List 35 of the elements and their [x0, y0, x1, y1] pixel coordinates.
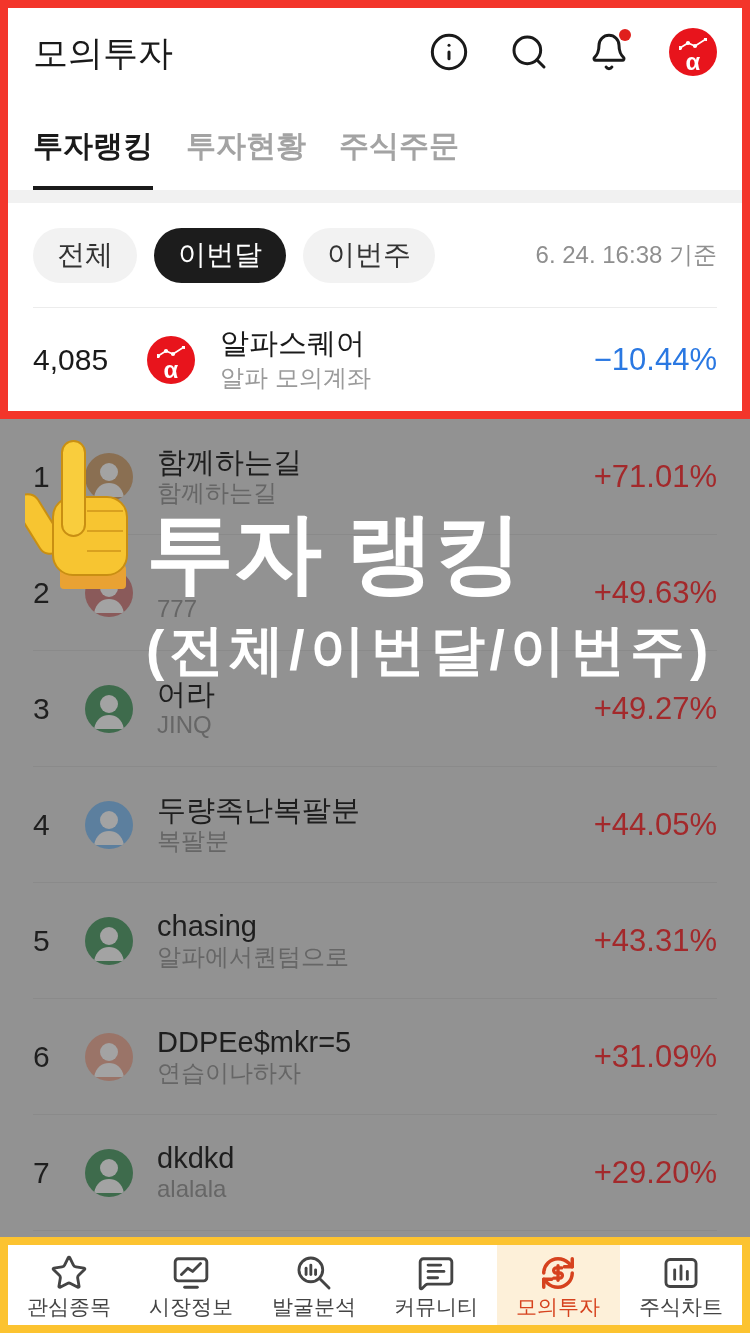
- annotation-title: 투자 랭킹: [146, 509, 523, 597]
- return-rate: +49.63%: [593, 577, 717, 608]
- user-name: 어라: [157, 680, 215, 709]
- timestamp: 6. 24. 16:38 기준: [535, 243, 717, 267]
- rank-number: 5: [33, 925, 51, 956]
- rank-number: 6: [33, 1041, 51, 1072]
- rank-number: 7: [33, 1157, 51, 1188]
- filter-chip[interactable]: 전체: [33, 227, 137, 283]
- info-icon[interactable]: [429, 32, 469, 72]
- user-name: chasing: [157, 912, 258, 941]
- rank-number: 3: [33, 693, 51, 724]
- return-rate: +29.20%: [593, 1157, 717, 1188]
- return-rate: +71.01%: [593, 461, 717, 492]
- star-icon: [50, 1253, 89, 1292]
- return-rate: +43.31%: [593, 925, 717, 956]
- user-name: DDPEe$mkr=5: [157, 1028, 352, 1057]
- filter-chip[interactable]: 이번주: [303, 227, 435, 283]
- rank-number: 4: [33, 809, 51, 840]
- return-rate: +44.05%: [593, 809, 717, 840]
- user-name: 알파스퀘어: [220, 329, 366, 358]
- filter-chip[interactable]: 이번달: [154, 227, 286, 283]
- alpha-logo[interactable]: α: [147, 335, 195, 384]
- rank-number: 4,085: [33, 344, 110, 375]
- user-name: 함께하는길: [157, 448, 302, 477]
- user-name: dkdkd: [157, 1144, 235, 1173]
- page-title: 모의투자: [33, 34, 173, 70]
- user-name: 두량족난복팔분: [157, 796, 360, 825]
- nav-item[interactable]: 모의투자: [497, 1245, 620, 1325]
- rank-number: 2: [33, 577, 51, 608]
- return-rate: −10.44%: [593, 344, 717, 375]
- return-rate: +49.27%: [593, 693, 717, 724]
- return-rate: +31.09%: [593, 1041, 717, 1072]
- rank-number: 1: [33, 461, 51, 492]
- account-name: 알파 모의계좌: [220, 366, 371, 390]
- profile-logo[interactable]: α: [669, 28, 717, 76]
